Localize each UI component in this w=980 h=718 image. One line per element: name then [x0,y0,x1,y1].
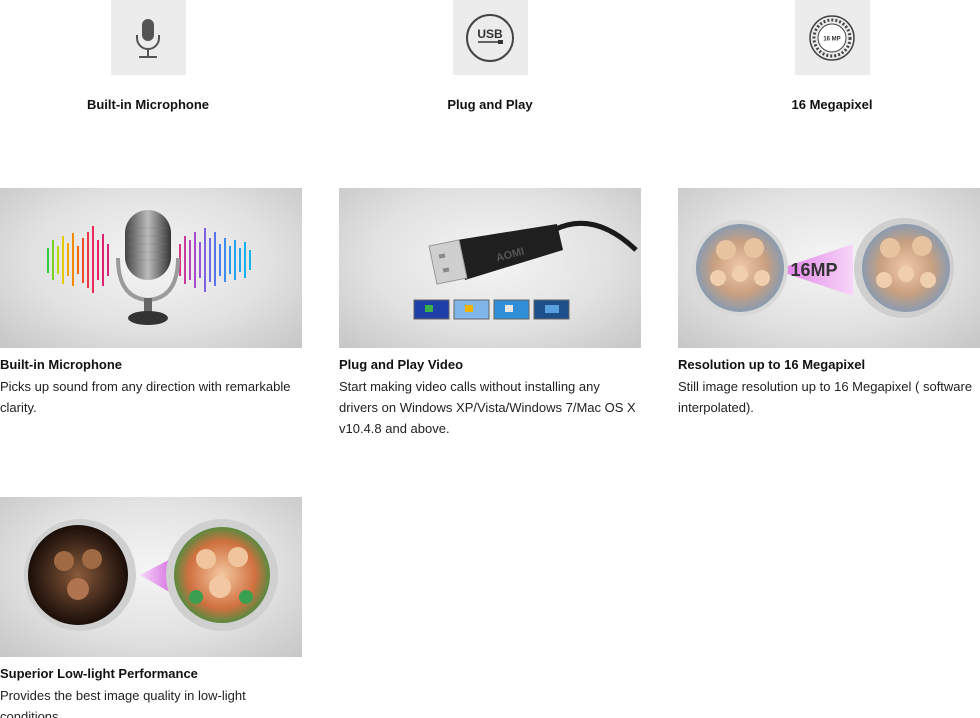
usb-plug-illustration: AOMI [428,220,638,285]
16mp-badge-icon: 16 MP [809,14,855,61]
megapixel-icon-tile: 16 MP [794,0,870,75]
16mp-label: 16MP [790,260,837,280]
family-photo-right [854,218,954,318]
card-plug-and-play: AOMI Plug and Play Video Start making vi… [339,188,641,439]
low-light-image [0,497,302,657]
feature-label: Built-in Microphone [86,97,210,112]
feature-usb: USB Plug and Play [410,0,570,112]
feature-label: 16 Megapixel [791,97,873,112]
resolution-image: 16MP [678,188,980,348]
usb-icon: USB [466,13,514,62]
usb-icon-text: USB [477,27,503,41]
usb-cable-image: AOMI [339,188,641,348]
feature-megapixel: 16 MP 16 Megapixel [752,0,912,112]
os-screens [413,299,570,320]
microphone-icon-tile [110,0,186,75]
microphone-icon [136,18,160,58]
microphone-illustration [116,210,180,325]
card-low-light: Superior Low-light Performance Provides … [0,497,302,718]
card-description: Still image resolution up to 16 Megapixe… [678,379,973,415]
card-description: Provides the best image quality in low-l… [0,688,246,718]
feature-label: Plug and Play [447,97,533,112]
feature-microphone: Built-in Microphone [68,0,228,112]
card-title: Superior Low-light Performance [0,666,198,681]
card-resolution-16mp: 16MP Resolution up to 16 Megapixel Still… [678,188,980,418]
sound-wave-right [179,228,251,292]
sound-wave-left [47,226,109,293]
family-photo-left [692,220,788,316]
card-title: Resolution up to 16 Megapixel [678,357,866,372]
card-title: Plug and Play Video [339,357,464,372]
16mp-icon-text: 16 MP [823,36,840,42]
dark-photo [24,519,136,631]
card-description: Picks up sound from any direction with r… [0,379,291,415]
card-built-in-microphone: Built-in Microphone Picks up sound from … [0,188,302,418]
card-description: Start making video calls without install… [339,379,636,436]
microphone-image [0,188,302,348]
card-title: Built-in Microphone [0,357,123,372]
usb-icon-tile: USB [452,0,528,75]
bright-photo [166,519,278,631]
